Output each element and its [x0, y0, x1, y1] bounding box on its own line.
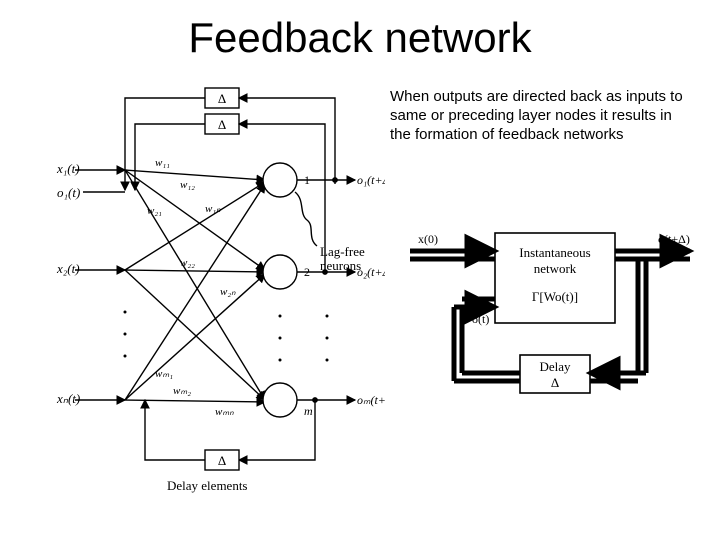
input-x2: x₂(t) [56, 261, 80, 276]
output-o2: o₂(t+Δ) [357, 265, 385, 279]
w11: w₁₁ [155, 157, 170, 169]
xin-label: x(0) [418, 232, 438, 246]
input-x1: x₁(t) [56, 161, 80, 176]
box-line1: Instantaneous [519, 245, 590, 260]
w22: w₂₂ [180, 257, 195, 269]
lag-free-label: Lag-freeneurons [320, 244, 365, 273]
page-title: Feedback network [0, 14, 720, 62]
output-o1: o₁(t+Δ) [357, 173, 385, 187]
w21: w₂₁ [147, 205, 162, 217]
right-diagram: Instantaneous network Γ[Wo(t)] Delay Δ x… [400, 215, 700, 425]
wm2: wₘ₂ [173, 385, 191, 397]
input-xn: xₙ(t) [56, 391, 80, 406]
wmn: wₘₙ [215, 406, 234, 418]
box-line3: Γ[Wo(t)] [532, 289, 578, 304]
delay-line1: Delay [539, 359, 571, 374]
delta-box-3: Δ [218, 453, 226, 468]
delay-line2: Δ [551, 375, 559, 390]
input-o1: o₁(t) [57, 185, 80, 200]
w1n: w₁ₙ [205, 203, 221, 215]
box-line2: network [534, 261, 577, 276]
neuron-2-label: 2 [304, 265, 310, 279]
out-label: o(t+Δ) [658, 232, 690, 246]
delta-box-1: Δ [218, 91, 226, 106]
slide: Feedback network When outputs are direct… [0, 0, 720, 540]
neuron-1-label: 1 [304, 173, 310, 187]
w2n: w₂ₙ [220, 286, 236, 298]
output-om: oₘ(t+Δ) [357, 393, 385, 407]
delta-box-2: Δ [218, 117, 226, 132]
ot-label: o(t) [472, 312, 489, 326]
description-text: When outputs are directed back as inputs… [390, 88, 690, 144]
w12: w₁₂ [180, 179, 195, 191]
wm1: wₘ₁ [155, 368, 173, 380]
delay-elements-caption: Delay elements [167, 478, 248, 493]
neuron-m-label: m [304, 404, 313, 418]
left-diagram: Δ Δ Δ x₁(t) o₁(t) x₂(t) xₙ(t) o₁(t+Δ) o₂… [55, 80, 385, 510]
